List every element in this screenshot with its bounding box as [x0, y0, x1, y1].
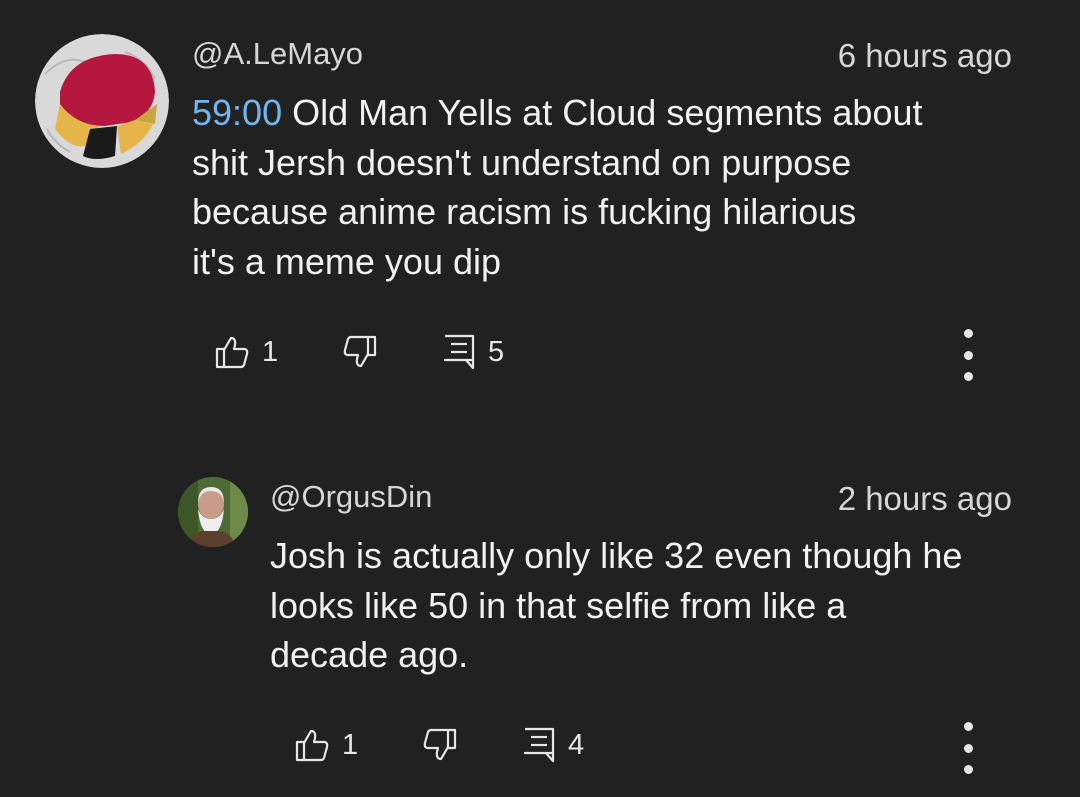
reply-button[interactable]: 4 [522, 725, 584, 765]
comment-author[interactable]: @OrgusDin [270, 477, 432, 517]
thumbs-up-icon [294, 727, 330, 763]
comment-actions: 1 5 [214, 329, 1034, 381]
comment-text: 59:00 Old Man Yells at Cloud segments ab… [192, 88, 922, 286]
like-count: 1 [342, 729, 359, 761]
comment-text-line: looks like 50 in that selfie from like a [270, 584, 847, 626]
reply-icon [522, 726, 556, 764]
thumbs-down-icon [342, 334, 378, 370]
comment-text-line: because anime racism is fucking hilariou… [192, 191, 857, 232]
avatar[interactable] [35, 34, 169, 168]
like-button[interactable]: 1 [294, 725, 358, 765]
reply-count: 4 [568, 729, 585, 761]
comment-author[interactable]: @A.LeMayo [192, 34, 363, 74]
thumbs-down-icon [422, 727, 458, 763]
comment-text-segment: Old Man Yells at Cloud segments about [282, 92, 923, 133]
reply-count: 5 [488, 336, 505, 368]
reply-icon [442, 333, 476, 371]
comment-text-line: shit Jersh doesn't understand on purpose [192, 141, 852, 183]
timestamp-link[interactable]: 59:00 [192, 92, 282, 133]
comment-text: Josh is actually only like 32 even thoug… [270, 531, 962, 680]
reply-button[interactable]: 5 [442, 332, 504, 372]
thumbs-up-icon [214, 334, 250, 370]
like-button[interactable]: 1 [214, 332, 278, 372]
comment-time: 6 hours ago [837, 37, 1012, 74]
comment-text-line: it's a meme you dip [192, 240, 502, 282]
more-vertical-icon[interactable] [953, 329, 983, 381]
comment-time: 2 hours ago [837, 480, 1012, 517]
dislike-button[interactable] [342, 332, 378, 372]
comment-actions: 1 4 [294, 722, 1034, 774]
avatar[interactable] [178, 477, 248, 547]
comment-text-line: decade ago. [270, 634, 469, 675]
comment-text-line: Josh is actually only like 32 even thoug… [270, 535, 963, 576]
comment-text-line: 59:00 Old Man Yells at Cloud segments ab… [192, 88, 922, 138]
more-vertical-icon[interactable] [953, 722, 983, 774]
dislike-button[interactable] [422, 725, 458, 765]
like-count: 1 [262, 336, 279, 368]
